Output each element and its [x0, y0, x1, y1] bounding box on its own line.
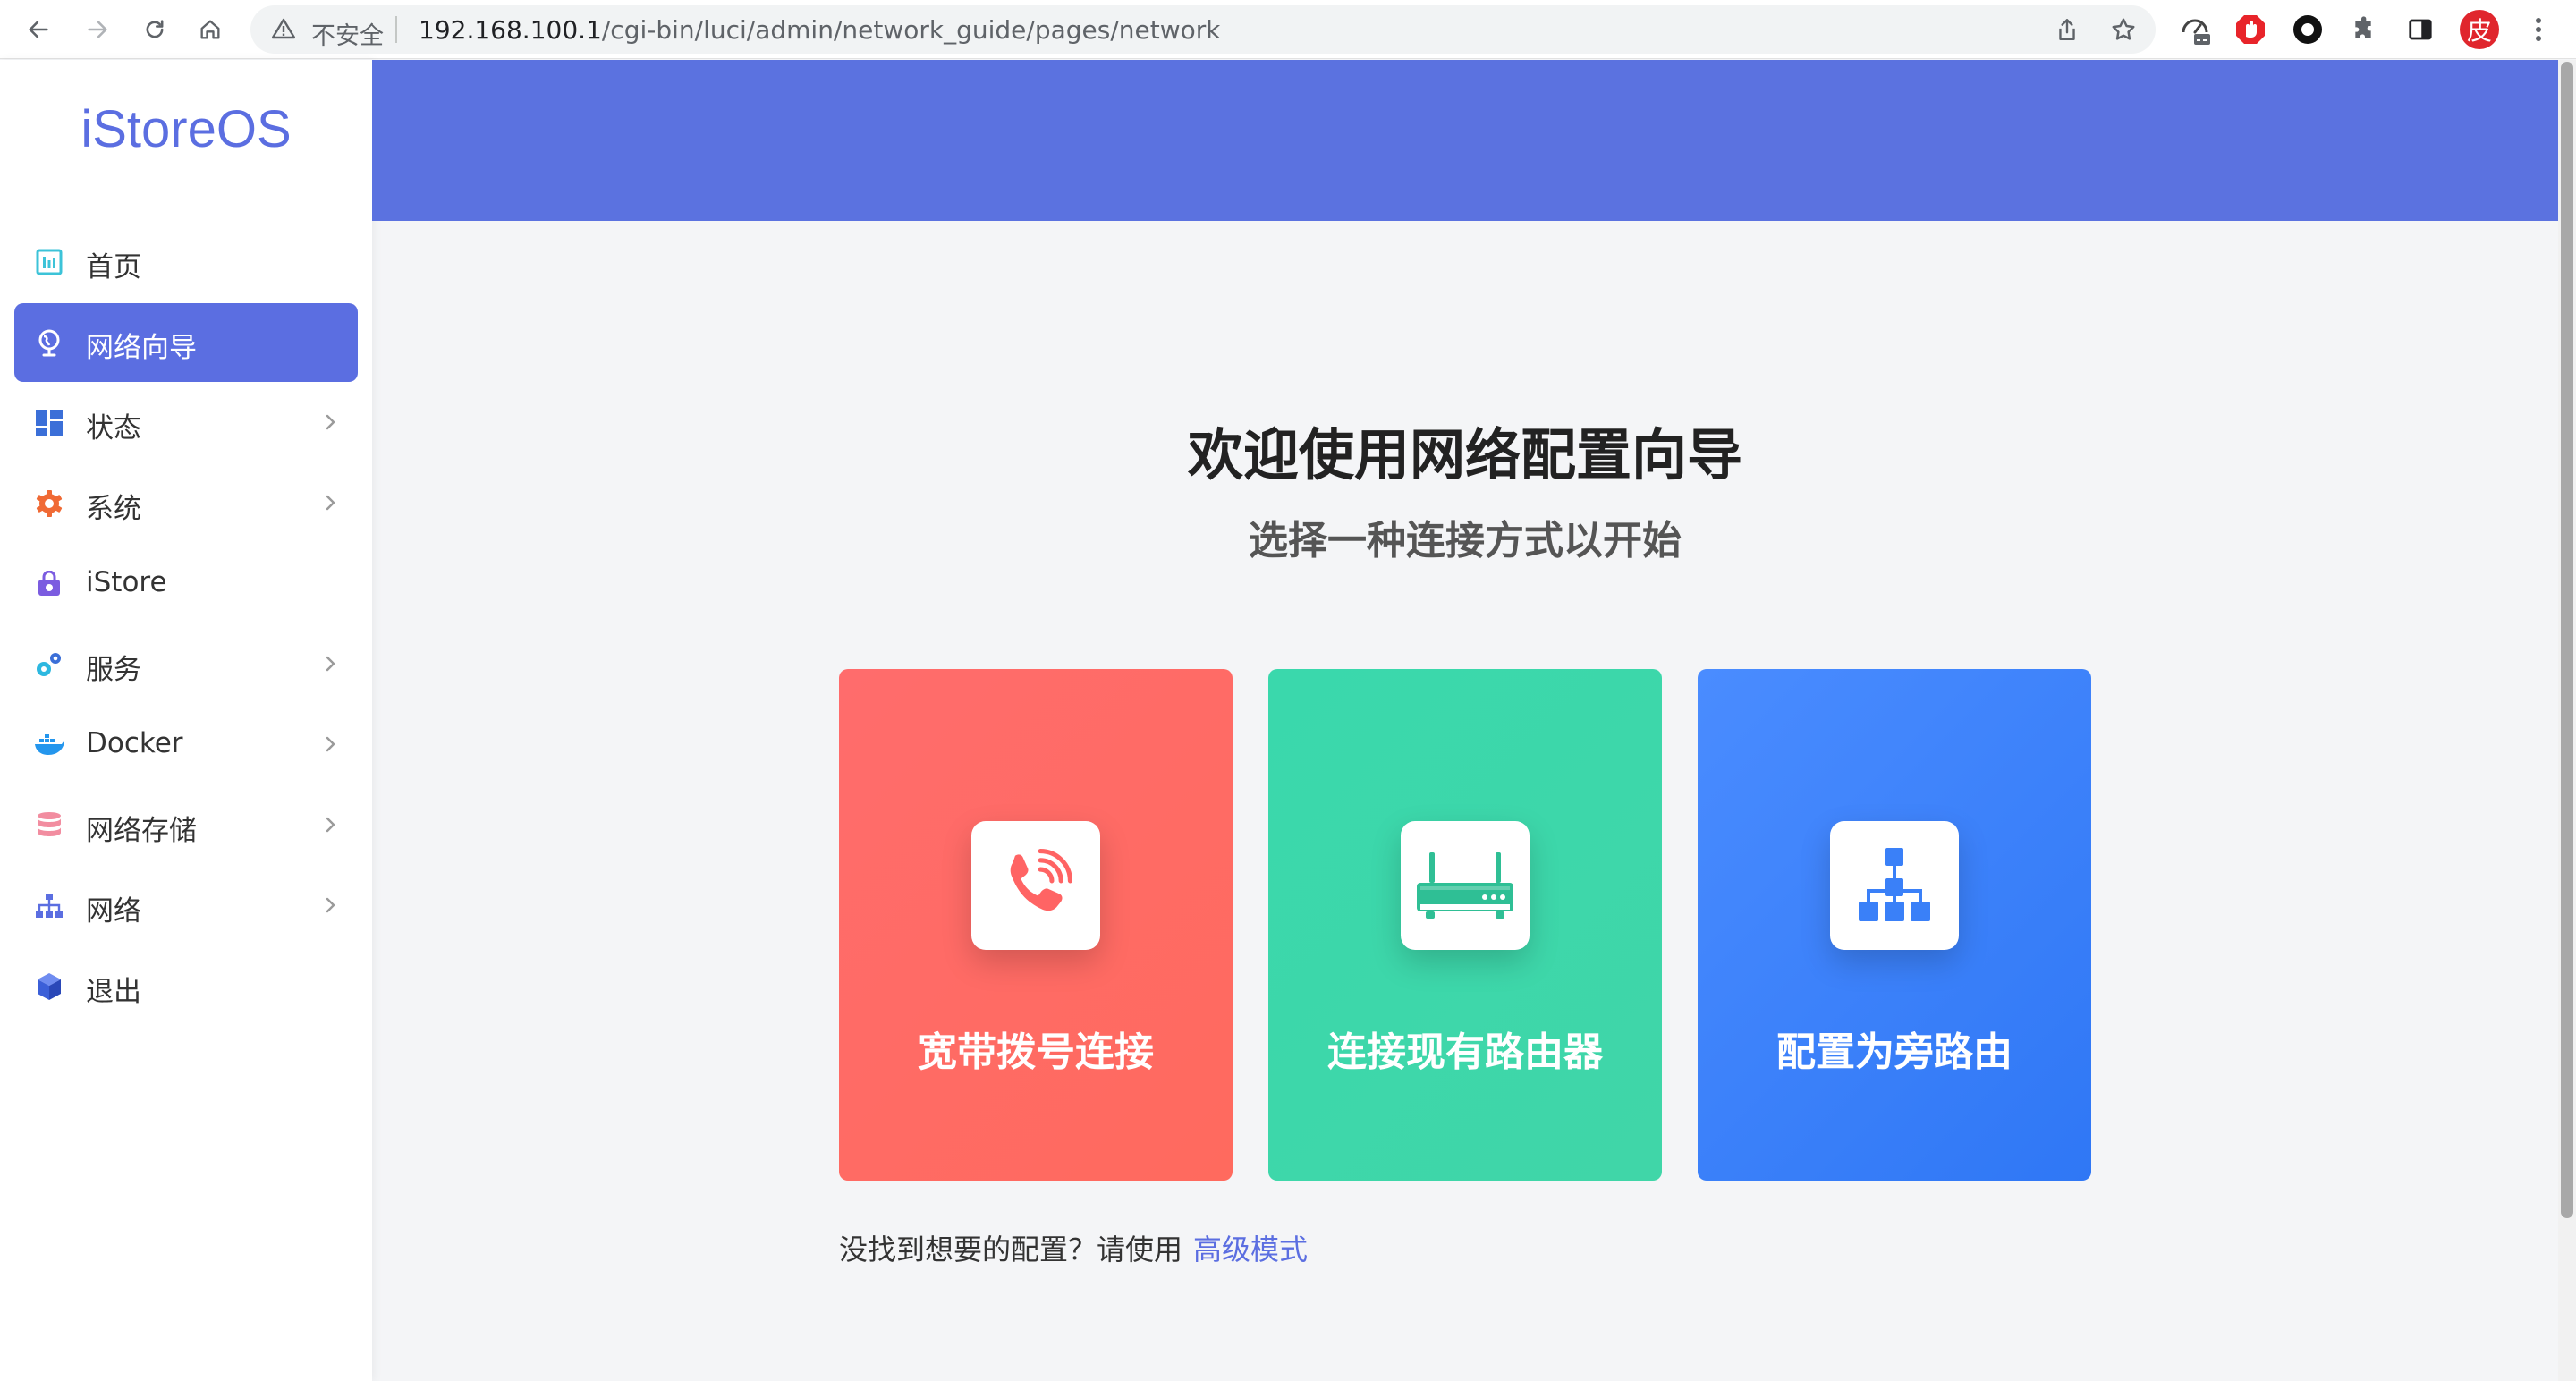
pppoe-card[interactable]: 宽带拨号连接: [839, 669, 1233, 1181]
phone-icon: [1010, 849, 1072, 911]
puzzle-extensions-icon[interactable]: [2347, 12, 2383, 47]
performance-extension-icon[interactable]: [2177, 12, 2213, 47]
share-icon[interactable]: [2052, 14, 2082, 45]
chevron-right-icon: [326, 897, 335, 913]
topology-icon: [1859, 848, 1930, 921]
docker-icon: [34, 730, 64, 760]
database-icon: [34, 810, 64, 841]
bookmark-star-icon[interactable]: [2108, 14, 2139, 45]
sidebar-item-docker[interactable]: Docker: [14, 706, 358, 784]
sidebar-item-label: 网络向导: [86, 332, 197, 364]
profile-avatar-char: 皮: [2466, 16, 2492, 46]
security-label[interactable]: 不安全: [311, 16, 384, 51]
sidebar-item-label: 网络存储: [86, 815, 197, 847]
card-label: 配置为旁路由: [1776, 1029, 2012, 1075]
address-bar[interactable]: 不安全 192.168.100.1/cgi-bin/luci/admin/net…: [250, 5, 2156, 54]
existing-router-card[interactable]: 连接现有路由器: [1268, 669, 1662, 1181]
circle-extension-icon[interactable]: [2290, 12, 2326, 47]
dashboard-icon: [34, 247, 64, 277]
header-banner: [372, 60, 2558, 221]
sidebar-item-home[interactable]: 首页: [14, 223, 358, 301]
url-text[interactable]: 192.168.100.1/cgi-bin/luci/admin/network…: [419, 15, 1220, 45]
scrollbar[interactable]: [2558, 60, 2576, 1381]
sidebar-item-label: 服务: [86, 654, 141, 686]
cogs-icon: [34, 649, 64, 680]
store-bag-icon: [34, 569, 64, 599]
forward-button[interactable]: [77, 9, 118, 50]
url-host: 192.168.100.1: [419, 15, 602, 45]
url-path: /cgi-bin/luci/admin/network_guide/pages/…: [601, 15, 1221, 45]
arrow-left-icon: [29, 21, 48, 38]
page-subtitle: 选择一种连接方式以开始: [1249, 518, 1682, 563]
chevron-right-icon: [326, 817, 335, 833]
sidebar-item-label: 状态: [86, 412, 141, 445]
globe-icon: [34, 327, 64, 358]
sidebar-item-label: 退出: [86, 976, 141, 1008]
profile-avatar[interactable]: 皮: [2460, 10, 2499, 49]
scrollbar-thumb[interactable]: [2561, 62, 2573, 1218]
gear-icon: [34, 488, 64, 519]
cube-icon: [34, 971, 64, 1002]
advanced-mode-link[interactable]: 高级模式: [1193, 1233, 1308, 1267]
grid-icon: [34, 408, 64, 438]
sidebar-item-status[interactable]: 状态: [14, 384, 358, 462]
card-label: 连接现有路由器: [1327, 1029, 1603, 1075]
bypass-router-card[interactable]: 配置为旁路由: [1698, 669, 2091, 1181]
sidebar-item-logout[interactable]: 退出: [14, 947, 358, 1026]
sidebar-item-label: 网络: [86, 895, 141, 928]
chevron-right-icon: [326, 414, 335, 430]
home-button[interactable]: [190, 9, 231, 50]
sidebar-item-label: iStore: [86, 566, 167, 598]
sidebar-item-label: 系统: [86, 493, 141, 525]
sidebar-item-network-storage[interactable]: 网络存储: [14, 786, 358, 865]
reload-button[interactable]: [134, 9, 175, 50]
sidebar-item-istore[interactable]: iStore: [14, 545, 358, 623]
advanced-mode-note: 没找到想要的配置？请使用 高级模式: [839, 1227, 1308, 1268]
router-icon: [1417, 852, 1513, 919]
sidebar-item-network-guide[interactable]: 网络向导: [14, 303, 358, 382]
chevron-right-icon: [326, 736, 335, 752]
side-panel-icon[interactable]: [2402, 12, 2438, 47]
reload-icon: [146, 20, 164, 38]
divider: [395, 16, 397, 43]
sidebar-item-label: 首页: [86, 251, 141, 284]
card-icon-box: [1401, 821, 1530, 950]
sidebar-item-services[interactable]: 服务: [14, 625, 358, 704]
more-menu-icon[interactable]: [2521, 12, 2556, 47]
back-button[interactable]: [18, 9, 59, 50]
card-label: 宽带拨号连接: [918, 1029, 1154, 1075]
sidebar-item-system[interactable]: 系统: [14, 464, 358, 543]
sidebar: iStoreOS 首页 网络向导 状态 系统 iStore 服务 Docker …: [0, 60, 372, 1381]
app-logo[interactable]: iStoreOS: [0, 99, 372, 159]
card-icon-box: [971, 821, 1100, 950]
sidebar-item-label: Docker: [86, 727, 183, 759]
card-icon-box: [1830, 821, 1959, 950]
arrow-right-icon: [88, 21, 107, 38]
advanced-mode-text: 没找到想要的配置？请使用: [839, 1233, 1183, 1267]
home-icon: [200, 20, 220, 39]
warning-icon[interactable]: [271, 18, 296, 43]
chevron-right-icon: [326, 656, 335, 672]
network-tree-icon: [34, 891, 64, 921]
sidebar-item-network[interactable]: 网络: [14, 867, 358, 945]
adblock-extension-icon[interactable]: [2233, 12, 2268, 47]
chevron-right-icon: [326, 495, 335, 511]
browser-toolbar: 不安全 192.168.100.1/cgi-bin/luci/admin/net…: [0, 0, 2576, 59]
page-title: 欢迎使用网络配置向导: [1187, 422, 1742, 487]
